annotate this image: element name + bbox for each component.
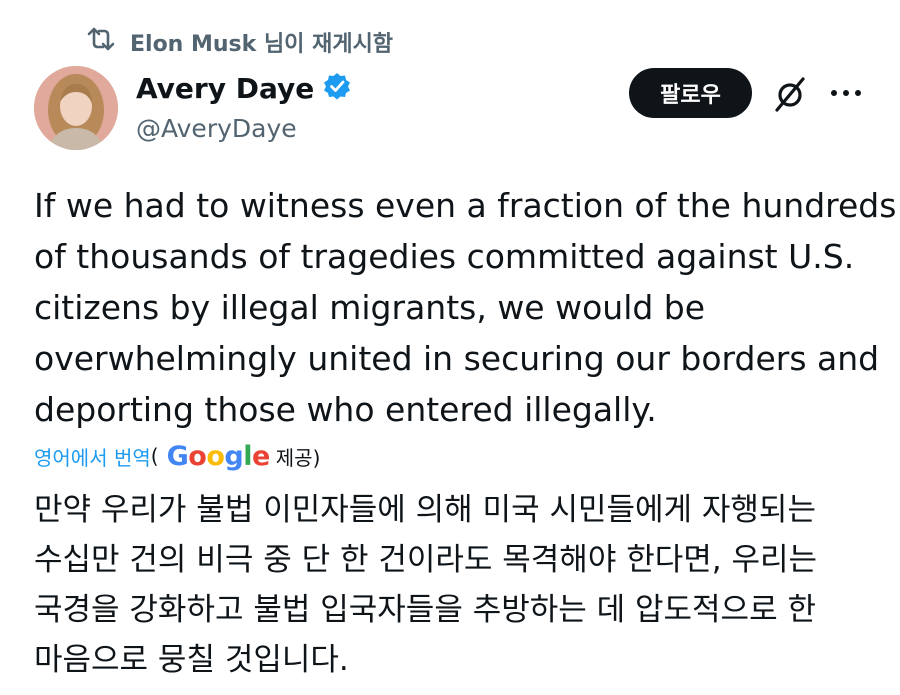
translated-line: 수십만 건의 비극 중 단 한 건이라도 목격해야 한다면, 우리는 xyxy=(34,542,818,578)
translation-attribution: 영어에서 번역 ( Google 제공) xyxy=(34,436,320,476)
verified-badge-icon xyxy=(322,71,352,105)
tweet-line: of thousands of tragedies committed agai… xyxy=(34,237,855,276)
repost-text[interactable]: Elon Musk 님이 재게시함 xyxy=(130,26,393,58)
translated-line: 만약 우리가 불법 이민자들에 의해 미국 시민들에게 자행되는 xyxy=(34,492,816,528)
repost-indicator[interactable]: Elon Musk 님이 재게시함 xyxy=(86,26,393,58)
translated-from-link[interactable]: 영어에서 번역 xyxy=(34,442,151,471)
repost-icon xyxy=(86,26,116,58)
provided-label: 제공) xyxy=(275,445,321,470)
tweet-line: deporting those who entered illegally. xyxy=(34,390,657,429)
tweet-line: If we had to witness even a fraction of … xyxy=(34,186,897,225)
tweet-line: citizens by illegal migrants, we would b… xyxy=(34,288,706,327)
translated-line: 마음으로 뭉칠 것입니다. xyxy=(34,642,349,678)
author-display-name[interactable]: Avery Daye xyxy=(136,72,314,105)
author-handle[interactable]: @AveryDaye xyxy=(136,114,352,143)
more-icon[interactable] xyxy=(826,78,866,108)
google-logo: Google xyxy=(166,440,271,472)
tweet-line: overwhelmingly united in securing our bo… xyxy=(34,339,880,378)
translated-line: 국경을 강화하고 불법 입국자들을 추방하는 데 압도적으로 한 xyxy=(34,592,816,628)
tweet-text: If we had to witness even a fraction of … xyxy=(34,180,897,435)
follow-button[interactable]: 팔로우 xyxy=(629,68,752,118)
avatar[interactable] xyxy=(34,66,118,150)
grok-icon[interactable] xyxy=(772,74,808,114)
translated-text: 만약 우리가 불법 이민자들에 의해 미국 시민들에게 자행되는 수십만 건의 … xyxy=(34,485,884,685)
open-paren: ( xyxy=(150,444,159,468)
